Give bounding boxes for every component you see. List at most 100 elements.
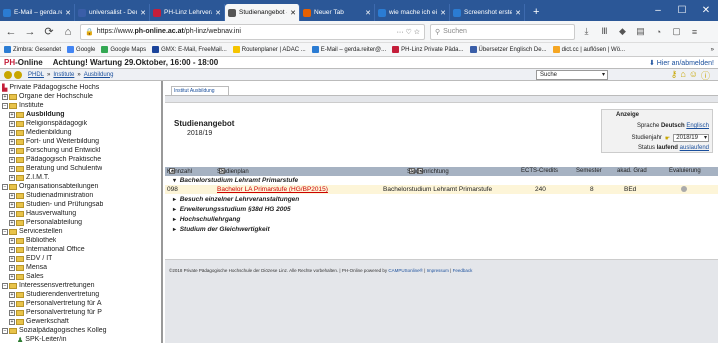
col-studienplan[interactable]: Studienplan ▾ [217,168,249,175]
tree-expander-icon[interactable]: + [9,165,15,172]
download-icon[interactable]: ⤓ [580,26,593,37]
group-hochschullehrgang[interactable]: Hochschullehrgang [165,215,718,224]
bookmark-item[interactable]: dict.cc | auflösen | Wö... [552,46,625,53]
pocket-icon[interactable]: ◆ [616,26,629,37]
tab-institut-ausbildung[interactable]: Institut Ausbildung [171,86,229,95]
tree-item[interactable]: + Bibliothek [2,236,161,245]
menu-icon[interactable]: ≡ [688,27,701,37]
tree-expander-icon[interactable]: + [9,264,15,271]
tab-close-icon[interactable]: ✕ [290,9,296,17]
bookmarks-overflow-icon[interactable]: » [711,47,714,53]
bookmark-item[interactable]: Routenplaner | ADAC ... [232,46,306,53]
tab-close-icon[interactable]: ✕ [140,9,146,17]
tree-expander-icon[interactable]: + [9,156,15,163]
maximize-icon[interactable]: ☐ [670,0,694,21]
page-actions-icon[interactable]: ··· ♡ ☆ [397,28,420,36]
evaluation-icon[interactable] [681,186,687,192]
tree-item[interactable]: ▙ Private Pädagogische Hochs [2,83,161,92]
tree-item[interactable]: + EDV / IT [2,254,161,263]
url-bar[interactable]: 🔒 https://www.ph-online.ac.at/ph-linz/we… [80,23,425,40]
reader-icon[interactable]: ▤ [634,26,647,37]
breadcrumb-institute[interactable]: Institute [53,72,74,78]
browser-tab[interactable]: Studienangebot - P✕ [225,4,300,21]
tree-item[interactable]: + Personalvertretung für A [2,299,161,308]
tree-item[interactable]: − Interessensvertretungen [2,281,161,290]
forward-icon[interactable]: → [23,26,37,38]
tree-item[interactable]: + Pädagogisch Praktische [2,155,161,164]
tree-expander-icon[interactable]: + [9,111,15,118]
impressum-link[interactable]: Impressum [427,268,449,273]
tree-expander-icon[interactable]: + [9,201,15,208]
tree-expander-icon[interactable]: + [9,219,15,226]
tree-item[interactable]: + Gewerkschaft [2,317,161,326]
tree-item[interactable]: + Organe der Hochschule [2,92,161,101]
language-english-link[interactable]: Englisch [686,123,709,129]
bookmark-item[interactable]: Google Maps [101,46,146,53]
col-kennzahl[interactable]: Kennzahl ▾ [167,168,192,175]
tree-expander-icon[interactable]: + [2,93,8,100]
tree-item[interactable]: − Servicestellen [2,227,161,236]
tree-expander-icon[interactable]: − [2,183,8,190]
tree-expander-icon[interactable]: + [9,174,15,181]
tree-item[interactable]: − Sozialpädagogisches Kolleg [2,326,161,335]
new-tab-icon[interactable]: + [525,4,547,21]
tree-item[interactable]: + Ausbildung [2,110,161,119]
tree-expander-icon[interactable]: − [2,228,8,235]
bookmark-item[interactable]: PH-Linz Private Päda... [392,46,464,53]
close-icon[interactable]: ✕ [694,0,718,21]
tree-expander-icon[interactable]: + [9,273,15,280]
browser-tab[interactable]: universalist - Deuts✕ [75,4,150,21]
library-icon[interactable]: Ⅲ [598,26,611,37]
browser-tab[interactable]: E-Mail – gerda.reite✕ [0,4,75,21]
tab-close-icon[interactable]: ✕ [515,9,521,17]
search-input[interactable]: ⚲ Suchen [430,23,575,40]
tree-expander-icon[interactable]: − [2,102,8,109]
browser-tab[interactable]: Neuer Tab ✕ [300,4,375,21]
browser-tab[interactable]: wie mache ich eine✕ [375,4,450,21]
tree-expander-icon[interactable]: + [9,138,15,145]
tree-expander-icon[interactable]: + [9,210,15,217]
tab-close-icon[interactable]: ✕ [365,9,371,17]
tree-expander-icon[interactable]: + [9,129,15,136]
bookmark-item[interactable]: Übersetzer Englisch De... [469,46,547,53]
col-studienrichtung[interactable]: Studienrichtung ▴ ▾ [407,168,449,175]
status-auslaufend-link[interactable]: auslaufend [680,145,709,151]
tree-item[interactable]: ♟ SPK-Leiter/in [2,335,161,343]
tab-close-icon[interactable]: ✕ [65,9,71,17]
tree-expander-icon[interactable]: + [9,237,15,244]
ph-online-logo[interactable]: PH-Online [4,58,43,67]
tree-expander-icon[interactable]: + [9,120,15,127]
tree-item[interactable]: + Beratung und Schulentw [2,164,161,173]
tree-item[interactable]: − Organisationsabteilungen [2,182,161,191]
tree-item[interactable]: + Studien- und Prüfungsab [2,200,161,209]
group-bachelor-primarstufe[interactable]: Bachelorstudium Lehramt Primarstufe [165,176,718,185]
tree-item[interactable]: + Z.I.M.T. [2,173,161,182]
minimize-icon[interactable]: – [646,0,670,21]
studienplan-link[interactable]: Bachelor LA Primarstufe (HG/BP2015) [217,186,328,193]
tree-item[interactable]: + Studierendenvertretung [2,290,161,299]
breadcrumb-phdl[interactable]: PHDL [28,72,44,78]
tree-expander-icon[interactable]: + [9,246,15,253]
tab-close-icon[interactable]: ✕ [215,9,221,17]
nav-circle-icons[interactable] [4,70,22,79]
tree-item[interactable]: + Fort- und Weiterbildung [2,137,161,146]
tree-expander-icon[interactable]: + [9,318,15,325]
tree-item[interactable]: + International Office [2,245,161,254]
tree-item[interactable]: + Personalabteilung [2,218,161,227]
tree-item[interactable]: + Medienbildung [2,128,161,137]
tree-expander-icon[interactable]: − [2,327,8,334]
browser-tab[interactable]: Screenshot erste ✕ [450,4,525,21]
tree-expander-icon[interactable]: + [9,192,15,199]
year-select[interactable]: 2018/19 [673,134,709,142]
tree-item[interactable]: + Hausverwaltung [2,209,161,218]
breadcrumb-ausbildung[interactable]: Ausbildung [84,72,114,78]
bookmark-item[interactable]: Zimbra: Gesendet [4,46,61,53]
campusonline-link[interactable]: CAMPUSonline® [388,268,423,273]
browser-tab[interactable]: PH-Linz Lehrveran✕ [150,4,225,21]
bookmark-item[interactable]: GMX: E-Mail, FreeMail... [152,46,227,53]
tree-item[interactable]: + Forschung und Entwickl [2,146,161,155]
tree-expander-icon[interactable]: + [9,255,15,262]
tab-close-icon[interactable]: ✕ [440,9,446,17]
home-icon[interactable]: ⌂ [61,26,75,38]
clock-icon[interactable]: ◔ [652,27,665,37]
